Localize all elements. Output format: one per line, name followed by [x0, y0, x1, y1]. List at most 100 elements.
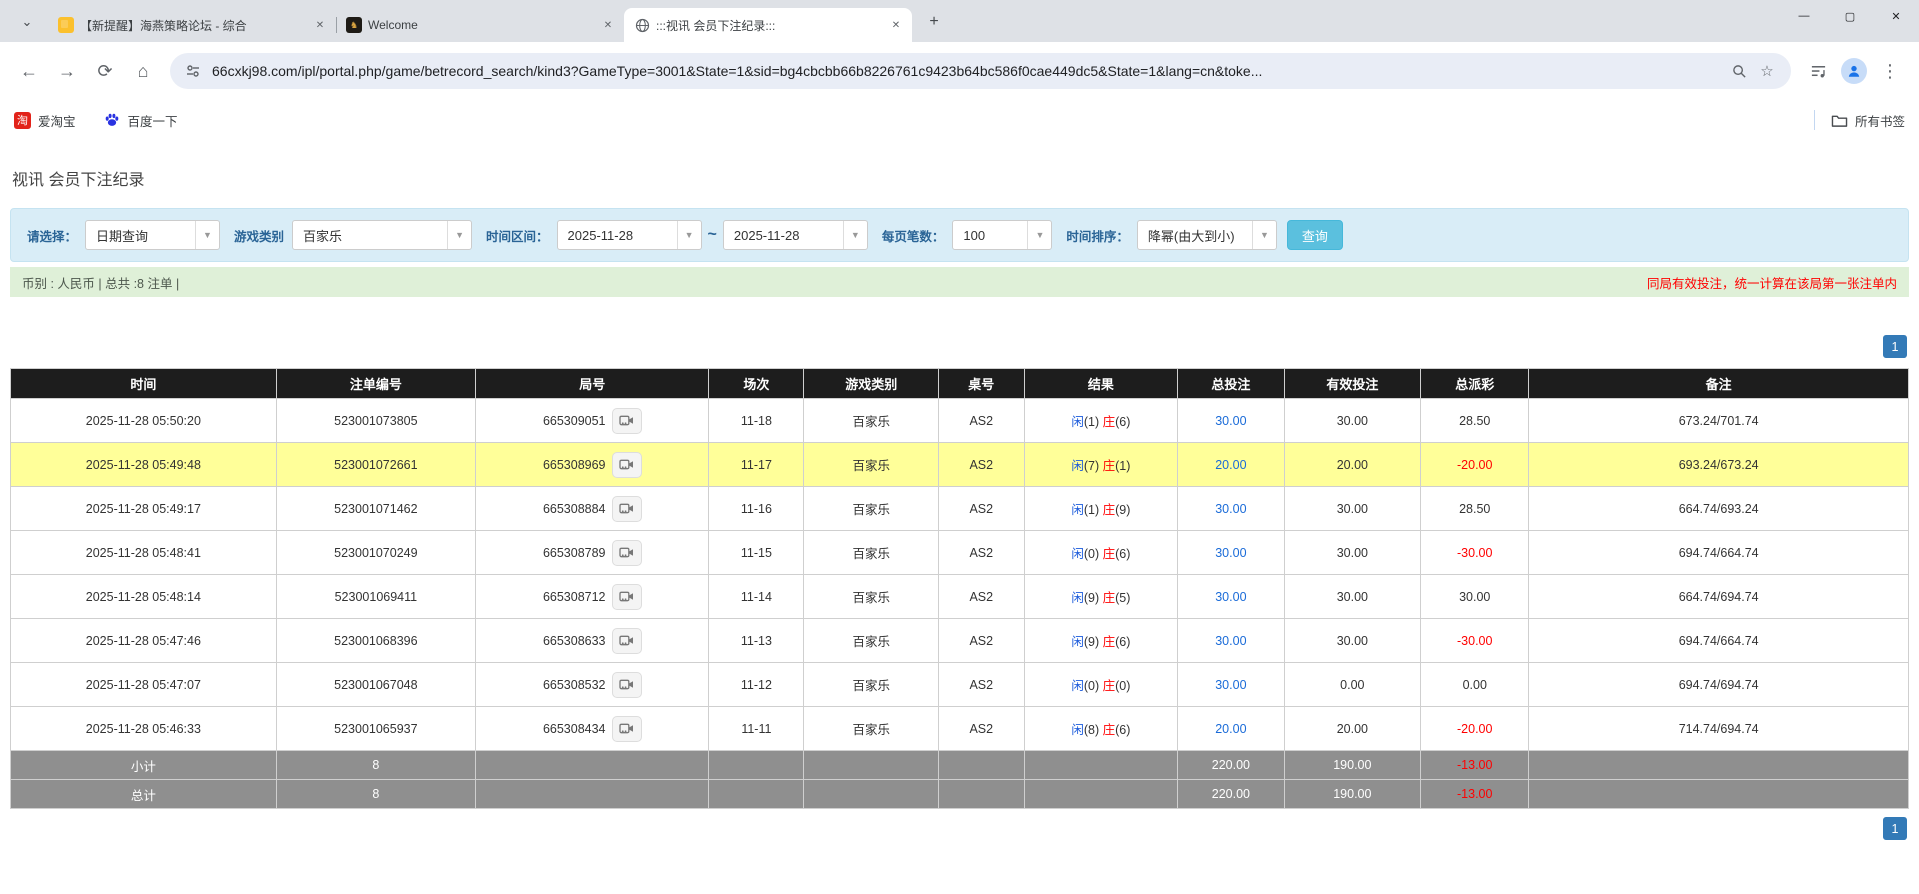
video-replay-button[interactable] — [611, 407, 642, 434]
round-id: 665308969 — [542, 457, 606, 472]
video-replay-button[interactable] — [611, 715, 642, 742]
time-cell: 2025-11-28 05:49:17 — [10, 486, 277, 531]
chevron-down-icon: ▼ — [842, 221, 867, 249]
col-round-id: 局号 — [474, 368, 710, 399]
address-bar[interactable]: 66cxkj98.com/ipl/portal.php/game/betreco… — [170, 53, 1791, 89]
page-number-button[interactable]: 1 — [1883, 817, 1907, 840]
filter-bar: 请选择： 日期查询 ▼ 游戏类别 百家乐 ▼ 时间区间： 2025-11-28 … — [10, 208, 1909, 262]
new-tab-button[interactable]: + — [920, 8, 948, 36]
remark-cell: 694.74/664.74 — [1528, 618, 1909, 663]
total-bet-link[interactable]: 20.00 — [1215, 458, 1246, 472]
table-no-cell: AS2 — [938, 398, 1025, 443]
bookmark-baidu[interactable]: 百度一下 — [104, 111, 178, 130]
page-number-button[interactable]: 1 — [1883, 335, 1907, 358]
minimize-button[interactable]: — — [1781, 0, 1827, 32]
close-button[interactable]: ✕ — [1873, 0, 1919, 32]
url-text[interactable]: 66cxkj98.com/ipl/portal.php/game/betreco… — [212, 63, 1725, 79]
forum-favicon-icon — [58, 17, 74, 33]
page-size-value: 100 — [963, 227, 986, 243]
query-type-value: 日期查询 — [96, 228, 149, 244]
video-replay-button[interactable] — [611, 451, 642, 478]
total-bet-link[interactable]: 30.00 — [1215, 546, 1246, 560]
bookmark-star-icon[interactable]: ☆ — [1753, 57, 1781, 85]
taobao-icon: 淘 — [14, 111, 31, 129]
video-replay-button[interactable] — [611, 627, 642, 654]
video-replay-button[interactable] — [611, 495, 642, 522]
maximize-button[interactable]: ▢ — [1827, 0, 1873, 32]
tab-title: Welcome — [368, 18, 418, 32]
tab-search-chevron-icon[interactable]: ⌄ — [12, 7, 42, 37]
tab-strip: ⌄ 【新提醒】海燕策略论坛 - 综合 ✕ ♞ Welcome ✕ :::视讯 会… — [0, 0, 1919, 42]
bookmark-aitaobao[interactable]: 淘 爱淘宝 — [14, 111, 76, 130]
back-icon[interactable]: ← — [12, 54, 46, 88]
banker-result: 庄 — [1102, 723, 1116, 737]
payout-cell: 30.00 — [1420, 574, 1530, 619]
chrome-menu-icon[interactable]: ⋮ — [1873, 54, 1907, 88]
game-type-select[interactable]: 百家乐 ▼ — [292, 220, 473, 250]
video-replay-button[interactable] — [611, 671, 642, 698]
select-label: 请选择： — [27, 229, 78, 244]
total-bet-link[interactable]: 30.00 — [1215, 678, 1246, 692]
bet-table-body: 2025-11-28 05:50:20 523001073805 6653090… — [10, 398, 1909, 751]
banker-result: 庄 — [1102, 415, 1116, 429]
profile-avatar[interactable] — [1841, 58, 1867, 84]
query-type-select[interactable]: 日期查询 ▼ — [85, 220, 221, 250]
total-bet-link[interactable]: 30.00 — [1215, 414, 1246, 428]
time-cell: 2025-11-28 05:49:48 — [10, 442, 277, 487]
media-controls-icon[interactable] — [1801, 54, 1835, 88]
video-replay-button[interactable] — [611, 539, 642, 566]
forward-icon[interactable]: → — [50, 54, 84, 88]
payout-cell: 0.00 — [1420, 662, 1530, 707]
tab-welcome[interactable]: ♞ Welcome ✕ — [336, 8, 624, 42]
total-count: 8 — [275, 779, 477, 809]
query-button[interactable]: 查询 — [1286, 220, 1343, 250]
tab-bet-record-active[interactable]: :::视讯 会员下注纪录::: ✕ — [624, 8, 912, 42]
player-result: 闲 — [1071, 679, 1084, 693]
sort-select[interactable]: 降幂(由大到小) ▼ — [1136, 220, 1277, 250]
table-no-cell: AS2 — [938, 618, 1025, 663]
date-from-select[interactable]: 2025-11-28 ▼ — [556, 220, 702, 250]
video-replay-button[interactable] — [611, 583, 642, 610]
chevron-down-icon: ▼ — [676, 221, 701, 249]
chevron-down-icon: ▼ — [1251, 221, 1276, 249]
game-cell: 百家乐 — [803, 662, 940, 707]
table-row: 2025-11-28 05:49:17 523001071462 6653088… — [10, 486, 1909, 531]
home-icon[interactable]: ⌂ — [126, 54, 160, 88]
payout-cell: -20.00 — [1420, 706, 1530, 751]
table-row: 2025-11-28 05:48:41 523001070249 6653087… — [10, 530, 1909, 575]
zoom-icon[interactable] — [1725, 57, 1753, 85]
site-info-icon[interactable] — [180, 58, 206, 84]
reload-icon[interactable]: ⟳ — [88, 54, 122, 88]
valid-bet-cell: 30.00 — [1283, 398, 1422, 443]
result-cell: 闲(1) 庄(6) — [1023, 398, 1179, 443]
pagination-bottom: 1 — [12, 817, 1907, 840]
tab-close-icon[interactable]: ✕ — [888, 17, 904, 33]
bookmarks-divider — [1813, 110, 1815, 130]
page-size-select[interactable]: 100 ▼ — [952, 220, 1053, 250]
table-no-cell: AS2 — [938, 530, 1025, 575]
chevron-down-icon: ▼ — [447, 221, 471, 249]
table-row: 2025-11-28 05:50:20 523001073805 6653090… — [10, 398, 1909, 443]
player-result: 闲 — [1071, 415, 1084, 429]
date-range-label: 时间区间： — [486, 229, 549, 244]
all-bookmarks-button[interactable]: 所有书签 — [1831, 111, 1905, 130]
result-cell: 闲(9) 庄(6) — [1023, 618, 1179, 663]
time-cell: 2025-11-28 05:47:07 — [10, 662, 277, 707]
remark-cell: 694.74/664.74 — [1528, 530, 1909, 575]
table-no-cell: AS2 — [938, 442, 1025, 487]
date-to-select[interactable]: 2025-11-28 ▼ — [722, 220, 868, 250]
tab-close-icon[interactable]: ✕ — [312, 17, 328, 33]
total-bet-link[interactable]: 30.00 — [1215, 502, 1246, 516]
total-bet-link[interactable]: 20.00 — [1215, 722, 1246, 736]
total-bet-link[interactable]: 30.00 — [1215, 634, 1246, 648]
result-cell: 闲(9) 庄(5) — [1023, 574, 1179, 619]
bet-id-cell: 523001070249 — [275, 530, 477, 575]
total-bet-link[interactable]: 30.00 — [1215, 590, 1246, 604]
tab-forum[interactable]: 【新提醒】海燕策略论坛 - 综合 ✕ — [48, 8, 337, 42]
session-cell: 11-16 — [708, 486, 805, 531]
table-row: 2025-11-28 05:47:07 523001067048 6653085… — [10, 662, 1909, 707]
all-bookmarks-label: 所有书签 — [1854, 114, 1905, 129]
tab-close-icon[interactable]: ✕ — [600, 17, 616, 33]
total-total-bet: 220.00 — [1177, 779, 1285, 809]
currency-summary: 币别 : 人民币 | 总共 :8 注单 | — [22, 276, 180, 291]
